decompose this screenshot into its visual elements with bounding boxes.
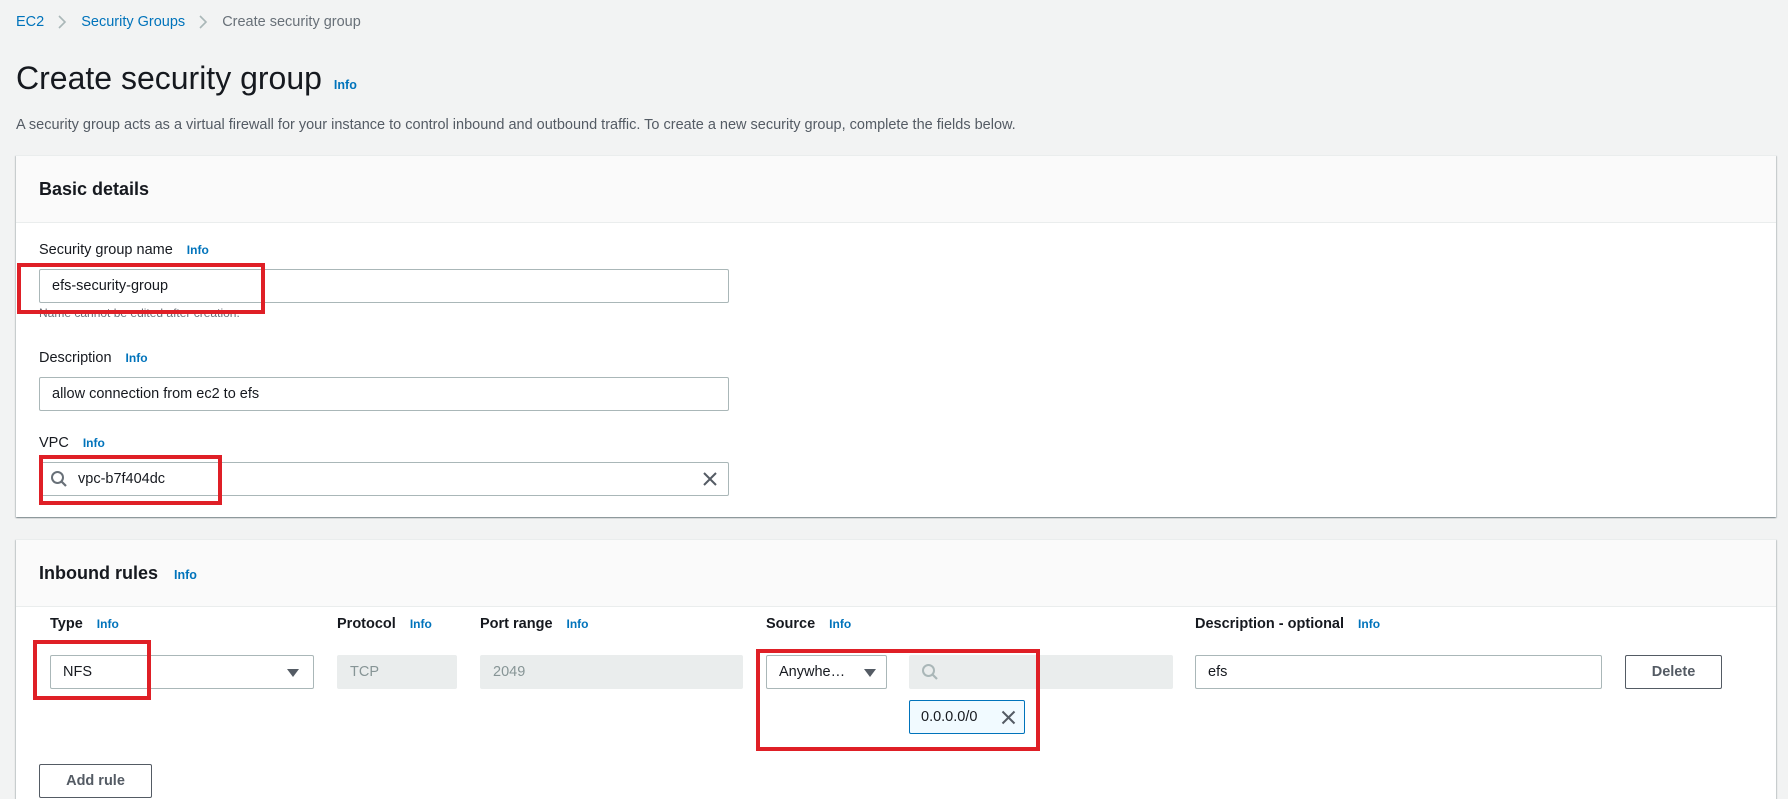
security-group-name-input[interactable]: efs-security-group xyxy=(39,269,729,303)
description-input[interactable]: allow connection from ec2 to efs xyxy=(39,377,729,411)
security-group-name-hint: Name cannot be edited after creation. xyxy=(39,306,240,320)
page-title-text: Create security group xyxy=(16,60,322,96)
breadcrumb-ec2[interactable]: EC2 xyxy=(16,14,44,30)
column-protocol-text: Protocol xyxy=(337,616,396,632)
column-port-range-label: Port range Info xyxy=(480,616,589,632)
chevron-right-icon xyxy=(199,15,208,29)
vpc-label-text: VPC xyxy=(39,435,69,451)
chevron-right-icon xyxy=(58,15,67,29)
close-icon[interactable] xyxy=(1001,710,1016,725)
page-description: A security group acts as a virtual firew… xyxy=(16,117,1016,133)
source-token: 0.0.0.0/0 xyxy=(909,700,1025,734)
column-source-label: Source Info xyxy=(766,616,851,632)
description-info-link[interactable]: Info xyxy=(126,351,148,365)
source-info-link[interactable]: Info xyxy=(829,617,851,631)
security-group-name-label: Security group name Info xyxy=(39,242,209,258)
column-description-label: Description - optional Info xyxy=(1195,616,1380,632)
description-label-text: Description xyxy=(39,350,112,366)
breadcrumb: EC2 Security Groups Create security grou… xyxy=(16,14,361,30)
close-icon[interactable] xyxy=(702,471,718,487)
breadcrumb-security-groups[interactable]: Security Groups xyxy=(81,14,185,30)
rule-port-range-value: 2049 xyxy=(493,664,526,680)
inbound-rules-info-link[interactable]: Info xyxy=(174,568,197,582)
rule-source-type-select[interactable]: Anywhe… xyxy=(766,655,887,689)
basic-details-panel: Basic details Security group name Info e… xyxy=(16,155,1776,517)
column-port-range-text: Port range xyxy=(480,616,553,632)
rule-type-select[interactable]: NFS xyxy=(50,655,314,689)
basic-details-header: Basic details xyxy=(16,156,1776,223)
rule-description-value: efs xyxy=(1208,664,1228,680)
security-group-name-value: efs-security-group xyxy=(52,278,169,294)
description-label: Description Info xyxy=(39,350,148,366)
column-type-text: Type xyxy=(50,616,83,632)
column-type-label: Type Info xyxy=(50,616,119,632)
rule-source-search-input[interactable] xyxy=(909,655,1173,689)
page-info-link[interactable]: Info xyxy=(334,78,357,92)
description-value: allow connection from ec2 to efs xyxy=(52,386,260,402)
inbound-rules-title: Inbound rules xyxy=(39,562,158,583)
rule-protocol-value: TCP xyxy=(350,664,379,680)
caret-down-icon xyxy=(287,669,299,677)
search-icon xyxy=(50,470,68,488)
description-optional-info-link[interactable]: Info xyxy=(1358,617,1380,631)
port-range-info-link[interactable]: Info xyxy=(567,617,589,631)
inbound-rules-panel: Inbound rules Info Type Info Protocol In… xyxy=(16,539,1776,799)
rule-description-input[interactable]: efs xyxy=(1195,655,1602,689)
vpc-info-link[interactable]: Info xyxy=(83,436,105,450)
type-info-link[interactable]: Info xyxy=(97,617,119,631)
protocol-info-link[interactable]: Info xyxy=(410,617,432,631)
vpc-value: vpc-b7f404dc xyxy=(78,471,166,487)
inbound-rules-header: Inbound rules Info xyxy=(16,540,1776,607)
caret-down-icon xyxy=(864,669,876,677)
basic-details-title: Basic details xyxy=(39,178,150,199)
source-token-label: 0.0.0.0/0 xyxy=(921,709,978,725)
column-protocol-label: Protocol Info xyxy=(337,616,432,632)
rule-protocol-input: TCP xyxy=(337,655,457,689)
vpc-input[interactable]: vpc-b7f404dc xyxy=(39,462,729,496)
delete-rule-button[interactable]: Delete xyxy=(1625,655,1722,689)
rule-port-range-input: 2049 xyxy=(480,655,743,689)
column-source-text: Source xyxy=(766,616,816,632)
column-description-text: Description - optional xyxy=(1195,616,1345,632)
breadcrumb-current: Create security group xyxy=(222,14,361,30)
security-group-name-label-text: Security group name xyxy=(39,242,173,258)
rule-source-type-value: Anywhe… xyxy=(779,664,846,680)
security-group-name-info-link[interactable]: Info xyxy=(187,243,209,257)
rule-type-value: NFS xyxy=(63,664,92,680)
page-title: Create security group Info xyxy=(16,60,357,97)
vpc-label: VPC Info xyxy=(39,435,105,451)
search-icon xyxy=(921,663,939,681)
